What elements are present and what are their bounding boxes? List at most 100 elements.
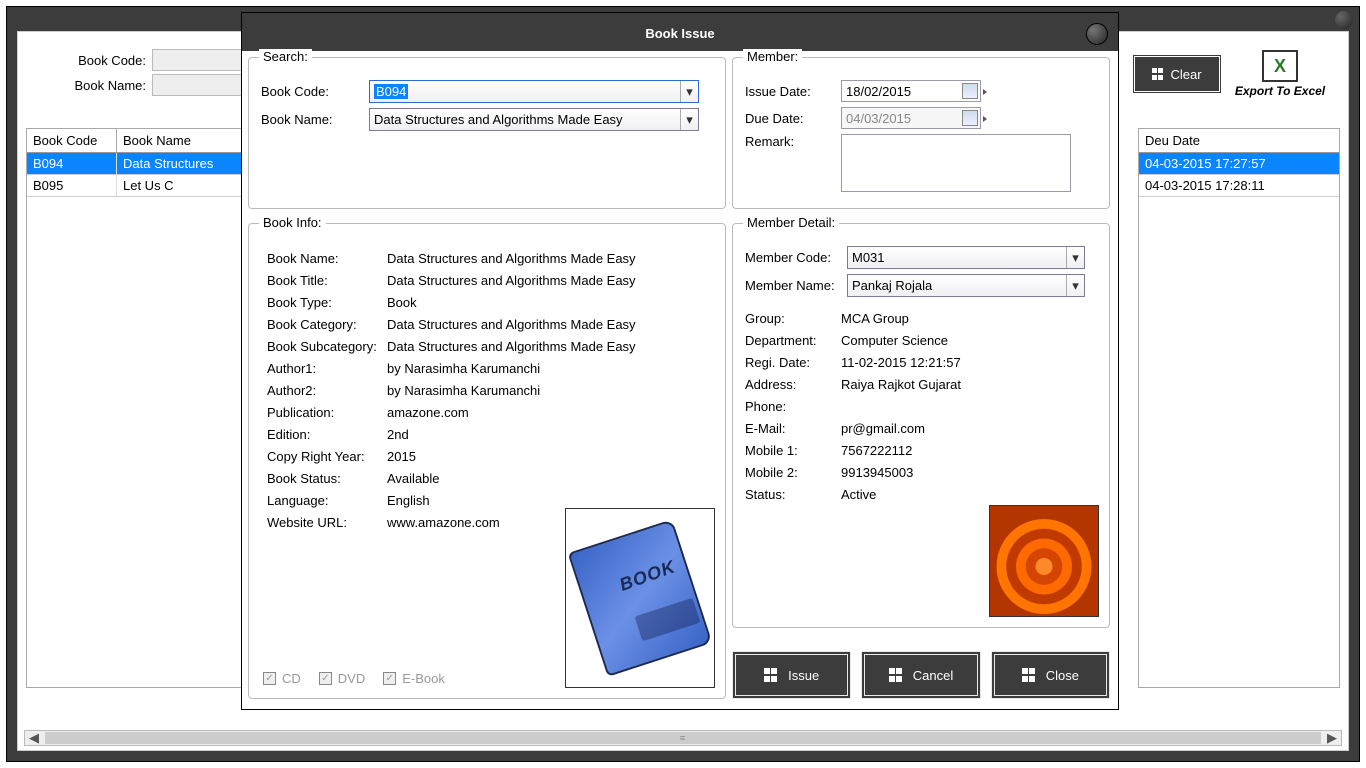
search-fieldset: Search: Book Code: B094 ▾ Book Name: Dat…	[248, 57, 726, 209]
val-phone	[841, 399, 1097, 414]
chevron-down-icon[interactable]: ▾	[1066, 247, 1084, 268]
issue-label: Issue	[788, 668, 819, 683]
label-member-code: Member Code:	[745, 250, 847, 265]
chevron-down-icon[interactable]: ▾	[680, 109, 698, 130]
val-address: Raiya Rajkot Gujarat	[841, 377, 1097, 392]
format-checkboxes: ✓ CD ✓ DVD ✓ E-Book	[263, 671, 445, 686]
chevron-down-icon[interactable]: ▾	[680, 81, 698, 102]
lbl-mobile1: Mobile 1:	[745, 443, 841, 458]
grid-icon	[889, 668, 903, 682]
export-to-excel[interactable]: Export To Excel	[1232, 50, 1328, 98]
chevron-down-icon[interactable]: ▾	[1066, 275, 1084, 296]
table-row[interactable]: B094 Data Structures	[27, 153, 255, 175]
search-legend: Search:	[259, 49, 312, 64]
val-book-title: Data Structures and Algorithms Made Easy	[387, 273, 707, 288]
issue-date-value: 18/02/2015	[846, 84, 911, 99]
table-row[interactable]: 04-03-2015 17:27:57	[1139, 153, 1339, 175]
cell-name: Let Us C	[117, 175, 255, 196]
checkbox-icon: ✓	[383, 672, 396, 685]
val-book-name: Data Structures and Algorithms Made Easy	[387, 251, 707, 266]
book-code-combobox[interactable]: B094 ▾	[369, 80, 699, 103]
lbl-department: Department:	[745, 333, 841, 348]
lbl-regi-date: Regi. Date:	[745, 355, 841, 370]
val-regi-date: 11-02-2015 12:21:57	[841, 355, 1097, 370]
export-label: Export To Excel	[1232, 84, 1328, 98]
calendar-icon	[962, 110, 978, 126]
grid-icon	[1022, 668, 1036, 682]
due-header[interactable]: Deu Date	[1139, 129, 1339, 153]
lbl-website: Website URL:	[267, 515, 387, 530]
book-name-value: Data Structures and Algorithms Made Easy	[374, 112, 623, 127]
issue-date-input[interactable]: 18/02/2015	[841, 80, 981, 102]
horizontal-scrollbar[interactable]: ◀ ≡ ▶	[24, 730, 1342, 746]
member-legend: Member:	[743, 49, 802, 64]
cell-code: B094	[27, 153, 117, 174]
val-language: English	[387, 493, 707, 508]
grid-icon	[1152, 68, 1164, 80]
grid-icon	[764, 668, 778, 682]
chk-dvd-label: DVD	[338, 671, 365, 686]
lbl-language: Language:	[267, 493, 387, 508]
lbl-author1: Author1:	[267, 361, 387, 376]
book-cover-image: BOOK	[565, 508, 715, 688]
issue-button[interactable]: Issue	[732, 651, 851, 699]
lbl-mobile2: Mobile 2:	[745, 465, 841, 480]
member-photo	[989, 505, 1099, 617]
bg-books-table-header: Book Code Book Name	[27, 129, 255, 153]
bg-books-table[interactable]: Book Code Book Name B094 Data Structures…	[26, 128, 256, 688]
cancel-button[interactable]: Cancel	[861, 651, 980, 699]
close-label: Close	[1046, 668, 1079, 683]
val-book-type: Book	[387, 295, 707, 310]
bg-book-code-label: Book Code:	[32, 53, 152, 68]
val-book-status: Available	[387, 471, 707, 486]
bg-due-table[interactable]: Deu Date 04-03-2015 17:27:57 04-03-2015 …	[1138, 128, 1340, 688]
close-button[interactable]: Close	[991, 651, 1110, 699]
scroll-right-arrow[interactable]: ▶	[1323, 731, 1341, 745]
clear-button[interactable]: Clear	[1132, 54, 1222, 94]
lbl-book-status: Book Status:	[267, 471, 387, 486]
table-row[interactable]: B095 Let Us C	[27, 175, 255, 197]
val-status: Active	[841, 487, 1097, 502]
cell-code: B095	[27, 175, 117, 196]
member-code-combobox[interactable]: M031 ▾	[847, 246, 1085, 269]
chk-cd-label: CD	[282, 671, 301, 686]
lbl-book-name: Book Name:	[267, 251, 387, 266]
bg-book-name-label: Book Name:	[32, 78, 152, 93]
clear-button-label: Clear	[1170, 67, 1201, 82]
cancel-label: Cancel	[913, 668, 953, 683]
col-header-name[interactable]: Book Name	[117, 129, 255, 152]
lbl-group: Group:	[745, 311, 841, 326]
lbl-copyright: Copy Right Year:	[267, 449, 387, 464]
dialog-title: Book Issue	[645, 26, 714, 41]
table-row[interactable]: 04-03-2015 17:28:11	[1139, 175, 1339, 197]
lbl-author2: Author2:	[267, 383, 387, 398]
lbl-address: Address:	[745, 377, 841, 392]
member-detail-legend: Member Detail:	[743, 215, 839, 230]
refresh-icon[interactable]	[1086, 23, 1108, 45]
val-author1: by Narasimha Karumanchi	[387, 361, 707, 376]
book-name-combobox[interactable]: Data Structures and Algorithms Made Easy…	[369, 108, 699, 131]
val-copyright: 2015	[387, 449, 707, 464]
refresh-icon[interactable]	[1335, 11, 1353, 29]
chk-ebook: ✓ E-Book	[383, 671, 445, 686]
scroll-left-arrow[interactable]: ◀	[25, 731, 43, 745]
lbl-phone: Phone:	[745, 399, 841, 414]
col-header-code[interactable]: Book Code	[27, 129, 117, 152]
member-name-combobox[interactable]: Pankaj Rojala ▾	[847, 274, 1085, 297]
label-book-name: Book Name:	[261, 112, 369, 127]
val-email: pr@gmail.com	[841, 421, 1097, 436]
lbl-publication: Publication:	[267, 405, 387, 420]
member-fieldset: Member: Issue Date: 18/02/2015 Due Date:…	[732, 57, 1110, 209]
calendar-icon[interactable]	[962, 83, 978, 99]
checkbox-icon: ✓	[319, 672, 332, 685]
checkbox-icon: ✓	[263, 672, 276, 685]
val-book-category: Data Structures and Algorithms Made Easy	[387, 317, 707, 332]
remark-textarea[interactable]	[841, 134, 1071, 192]
book-code-value: B094	[374, 84, 408, 99]
val-group: MCA Group	[841, 311, 1097, 326]
val-edition: 2nd	[387, 427, 707, 442]
val-author2: by Narasimha Karumanchi	[387, 383, 707, 398]
chk-ebook-label: E-Book	[402, 671, 445, 686]
val-publication: amazone.com	[387, 405, 707, 420]
book-info-fieldset: Book Info: Book Name:Data Structures and…	[248, 223, 726, 699]
